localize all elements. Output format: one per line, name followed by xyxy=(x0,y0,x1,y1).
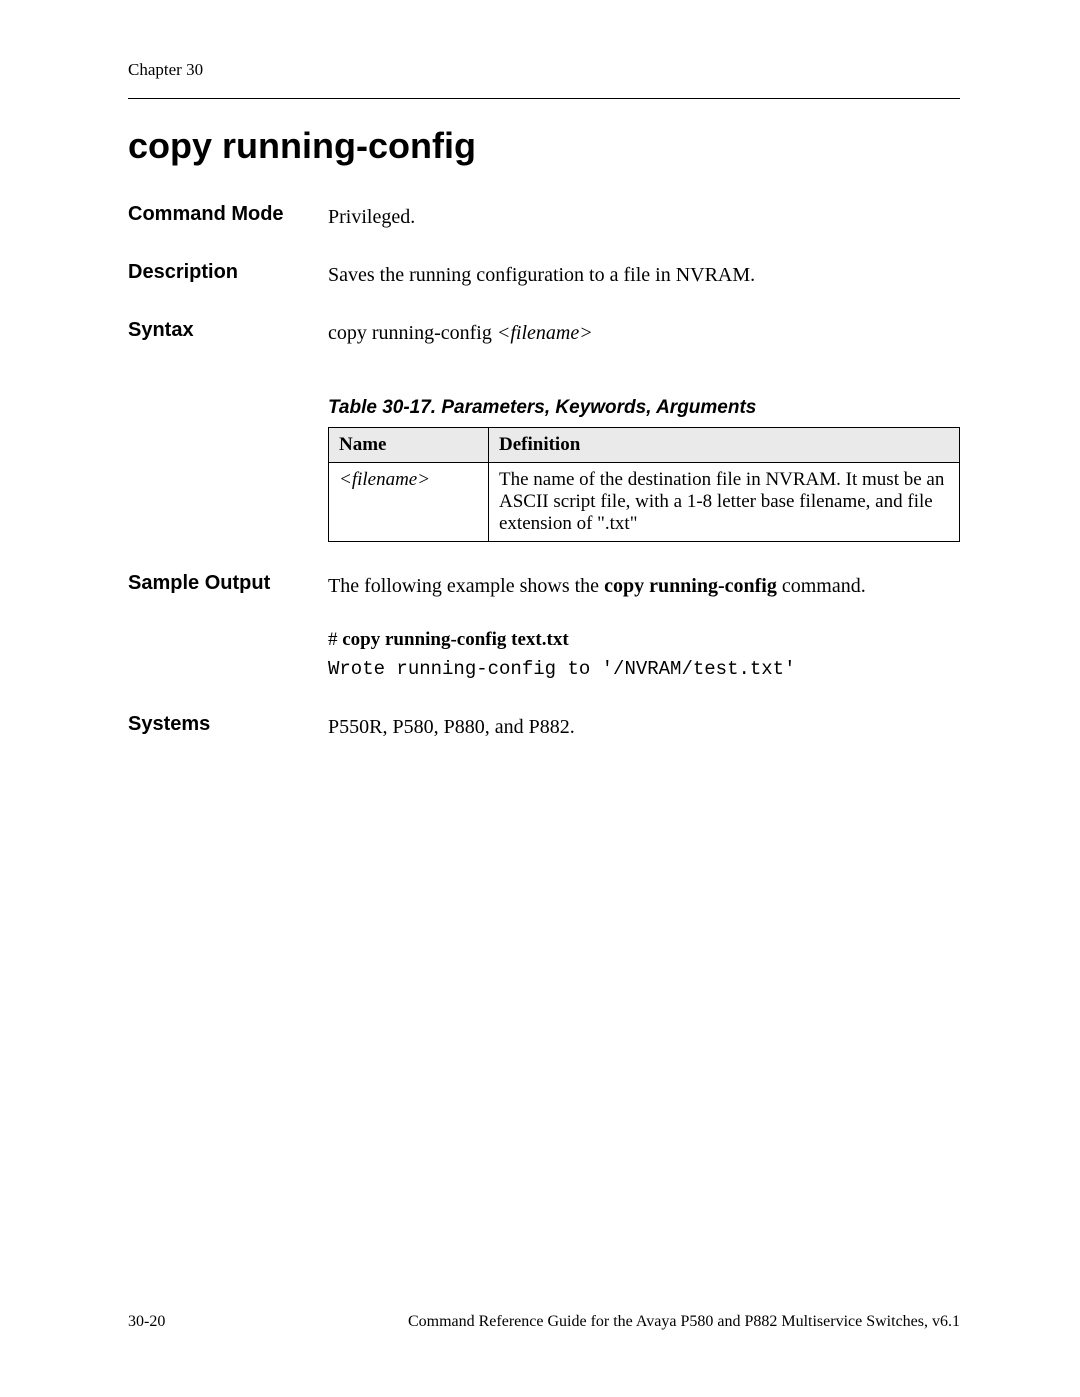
description-row: Description Saves the running configurat… xyxy=(128,261,960,289)
param-name-cell: <filename> xyxy=(329,463,489,542)
systems-label: Systems xyxy=(128,713,328,736)
sample-intro-bold: copy running-config xyxy=(604,575,777,597)
description-label: Description xyxy=(128,261,328,284)
command-mode-row: Command Mode Privileged. xyxy=(128,203,960,231)
syntax-row: Syntax copy running-config <filename> xyxy=(128,319,960,347)
page-title: copy running-config xyxy=(128,125,960,167)
footer-page-number: 30-20 xyxy=(128,1313,165,1331)
code-prompt: # xyxy=(328,629,342,650)
systems-row: Systems P550R, P580, P880, and P882. xyxy=(128,713,960,741)
code-output: Wrote running-config to '/NVRAM/test.txt… xyxy=(328,658,795,680)
parameters-table-wrap: Table 30-17. Parameters, Keywords, Argum… xyxy=(328,397,960,542)
syntax-value: copy running-config <filename> xyxy=(328,319,960,347)
table-header-definition: Definition xyxy=(489,428,960,463)
description-value: Saves the running configuration to a fil… xyxy=(328,261,960,289)
table-header-name: Name xyxy=(329,428,489,463)
sample-intro-pre: The following example shows the xyxy=(328,575,604,597)
param-definition-cell: The name of the destination file in NVRA… xyxy=(489,463,960,542)
command-mode-value: Privileged. xyxy=(328,203,960,231)
chapter-header: Chapter 30 xyxy=(128,60,960,80)
table-row: <filename> The name of the destination f… xyxy=(329,463,960,542)
footer-doc-title: Command Reference Guide for the Avaya P5… xyxy=(408,1313,960,1331)
header-rule xyxy=(128,98,960,99)
sample-output-row: Sample Output The following example show… xyxy=(128,572,960,683)
table-caption: Table 30-17. Parameters, Keywords, Argum… xyxy=(328,397,960,419)
sample-intro-post: command. xyxy=(777,575,866,597)
sample-output-content: The following example shows the copy run… xyxy=(328,572,960,683)
systems-value: P550R, P580, P880, and P882. xyxy=(328,713,960,741)
syntax-cmd: copy running-config xyxy=(328,322,497,344)
table-header-row: Name Definition xyxy=(329,428,960,463)
sample-output-label: Sample Output xyxy=(128,572,328,595)
page-footer: 30-20 Command Reference Guide for the Av… xyxy=(128,1313,960,1331)
code-cmd: copy running-config text.txt xyxy=(342,629,568,650)
syntax-label: Syntax xyxy=(128,319,328,342)
parameters-table: Name Definition <filename> The name of t… xyxy=(328,427,960,542)
syntax-arg: <filename> xyxy=(497,322,593,344)
code-block: # copy running-config text.txt Wrote run… xyxy=(328,626,960,683)
command-mode-label: Command Mode xyxy=(128,203,328,226)
